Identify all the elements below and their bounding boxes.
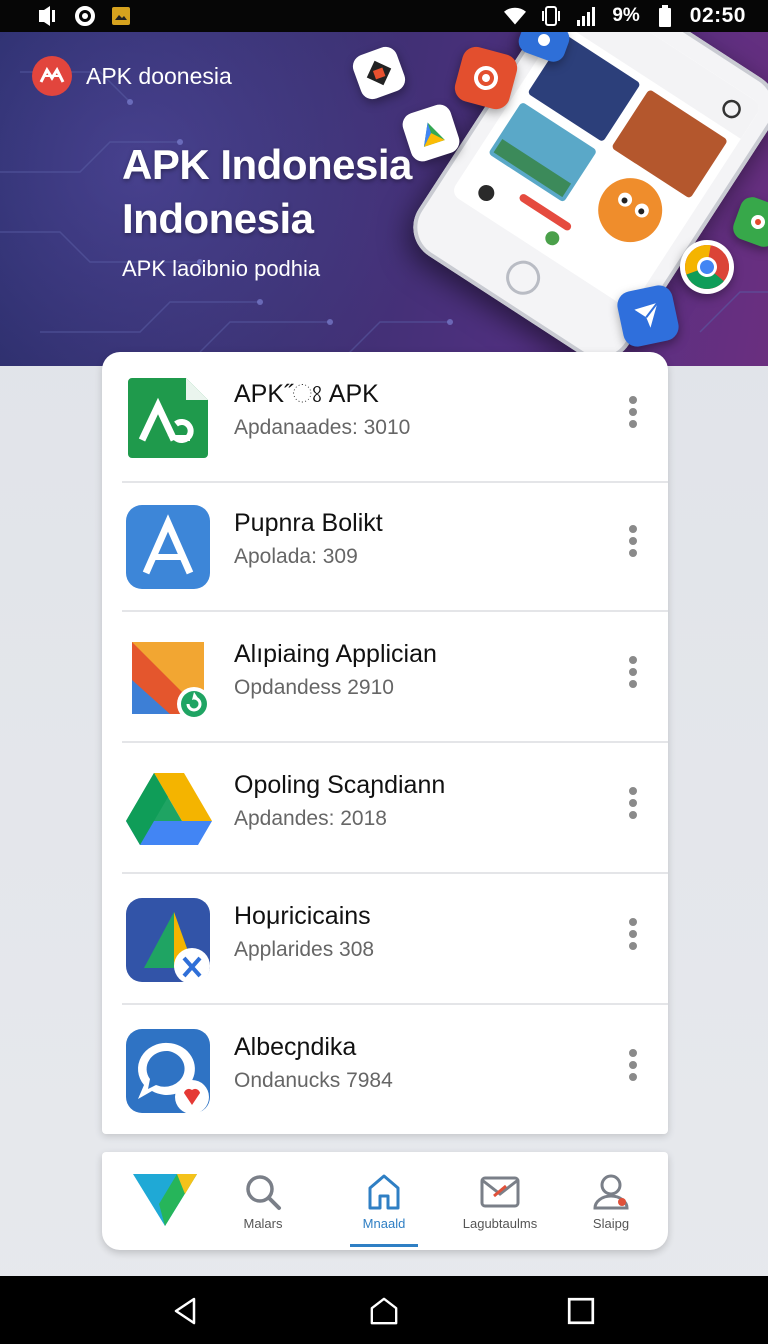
app-name: Pupnra Bolikt bbox=[234, 509, 383, 537]
recents-icon[interactable] bbox=[566, 1296, 596, 1326]
phone-home-button bbox=[499, 254, 547, 302]
apk-green-icon bbox=[124, 374, 212, 462]
list-item[interactable]: APK˝ଃ APK Apdanaades: 3010 bbox=[102, 352, 668, 483]
app-meta: Apolada: 309 bbox=[234, 545, 358, 568]
active-tab-indicator bbox=[350, 1244, 418, 1247]
more-options-icon[interactable] bbox=[618, 783, 648, 823]
hero-title: APK Indonesia Indonesia bbox=[122, 141, 412, 242]
app-store-a-icon bbox=[124, 503, 212, 591]
fold-arrow-icon bbox=[124, 634, 212, 722]
list-item[interactable]: Alıpiaing Applician Opdandess 2910 bbox=[102, 612, 668, 743]
system-nav-bar bbox=[0, 1276, 768, 1344]
status-left-icons bbox=[38, 5, 132, 27]
brand-logo-icon bbox=[32, 56, 72, 96]
nav-brand[interactable] bbox=[110, 1152, 220, 1250]
app-name: Hoμricicains bbox=[234, 902, 371, 930]
app-meta: Applarides 308 bbox=[234, 938, 375, 961]
battery-icon bbox=[654, 5, 676, 27]
mail-icon bbox=[480, 1176, 520, 1208]
more-options-icon[interactable] bbox=[618, 652, 648, 692]
triangle-x-icon bbox=[124, 896, 212, 984]
app-name: Alıpiaing Applician bbox=[234, 640, 437, 668]
profile-icon bbox=[593, 1174, 629, 1210]
status-bar: 9% 02:50 bbox=[0, 0, 768, 32]
drive-icon bbox=[124, 765, 212, 853]
nav-label: Mnaald bbox=[362, 1216, 406, 1231]
back-icon[interactable] bbox=[170, 1296, 200, 1326]
app-name: Albecɲdika bbox=[234, 1033, 357, 1061]
search-icon bbox=[246, 1175, 281, 1210]
app-list: APK˝ଃ APK Apdanaades: 3010 Pupnra Bolikt… bbox=[102, 352, 668, 1134]
brand[interactable]: APK doonesia bbox=[32, 56, 232, 96]
image-icon bbox=[110, 5, 132, 27]
wifi-icon bbox=[504, 5, 527, 27]
brand-v-icon bbox=[133, 1174, 197, 1226]
app-meta: Apdanaades: 3010 bbox=[234, 416, 411, 439]
hero-banner: APK doonesia APK Indonesia Indonesia APK… bbox=[0, 32, 768, 366]
app-meta: Ondanucks 7984 bbox=[234, 1069, 393, 1092]
battery-percent: 9% bbox=[612, 5, 640, 26]
bottom-nav: Malars Mnaald Lagubtaulms Slaipg bbox=[102, 1152, 668, 1250]
list-item[interactable]: Hoμricicains Applarides 308 bbox=[102, 874, 668, 1005]
signal-icon bbox=[576, 5, 598, 27]
nav-label: Malars bbox=[243, 1216, 283, 1231]
more-options-icon[interactable] bbox=[618, 521, 648, 561]
list-item[interactable]: Albecɲdika Ondanucks 7984 bbox=[102, 1005, 668, 1136]
app-meta: Apdandes: 2018 bbox=[234, 807, 387, 830]
nav-home[interactable]: Mnaald bbox=[329, 1152, 439, 1250]
more-options-icon[interactable] bbox=[618, 914, 648, 954]
app-name: Opoling Scaɲdiann bbox=[234, 771, 446, 799]
vibrate-icon bbox=[540, 5, 562, 27]
list-item[interactable]: Opoling Scaɲdiann Apdandes: 2018 bbox=[102, 743, 668, 874]
home-icon[interactable] bbox=[369, 1296, 399, 1326]
app-name: APK˝ଃ APK bbox=[234, 380, 379, 408]
status-time: 02:50 bbox=[689, 4, 746, 27]
app-meta: Opdandess 2910 bbox=[234, 676, 394, 699]
nav-label: Lagubtaulms bbox=[462, 1216, 538, 1231]
more-options-icon[interactable] bbox=[618, 392, 648, 432]
hero-subtitle: APK laoibnio podhia bbox=[122, 256, 321, 281]
nav-search[interactable]: Malars bbox=[208, 1152, 318, 1250]
home-icon bbox=[368, 1174, 400, 1210]
status-right-icons: 9% 02:50 bbox=[504, 4, 746, 28]
sync-icon bbox=[74, 5, 96, 27]
nav-profile[interactable]: Slaipg bbox=[556, 1152, 666, 1250]
brand-name: APK doonesia bbox=[86, 62, 232, 89]
nav-mail[interactable]: Lagubtaulms bbox=[445, 1152, 555, 1250]
list-item[interactable]: Pupnra Bolikt Apolada: 309 bbox=[102, 481, 668, 612]
chat-bubble-icon bbox=[124, 1027, 212, 1115]
media-icon bbox=[38, 5, 60, 27]
nav-label: Slaipg bbox=[592, 1216, 630, 1231]
more-options-icon[interactable] bbox=[618, 1045, 648, 1085]
